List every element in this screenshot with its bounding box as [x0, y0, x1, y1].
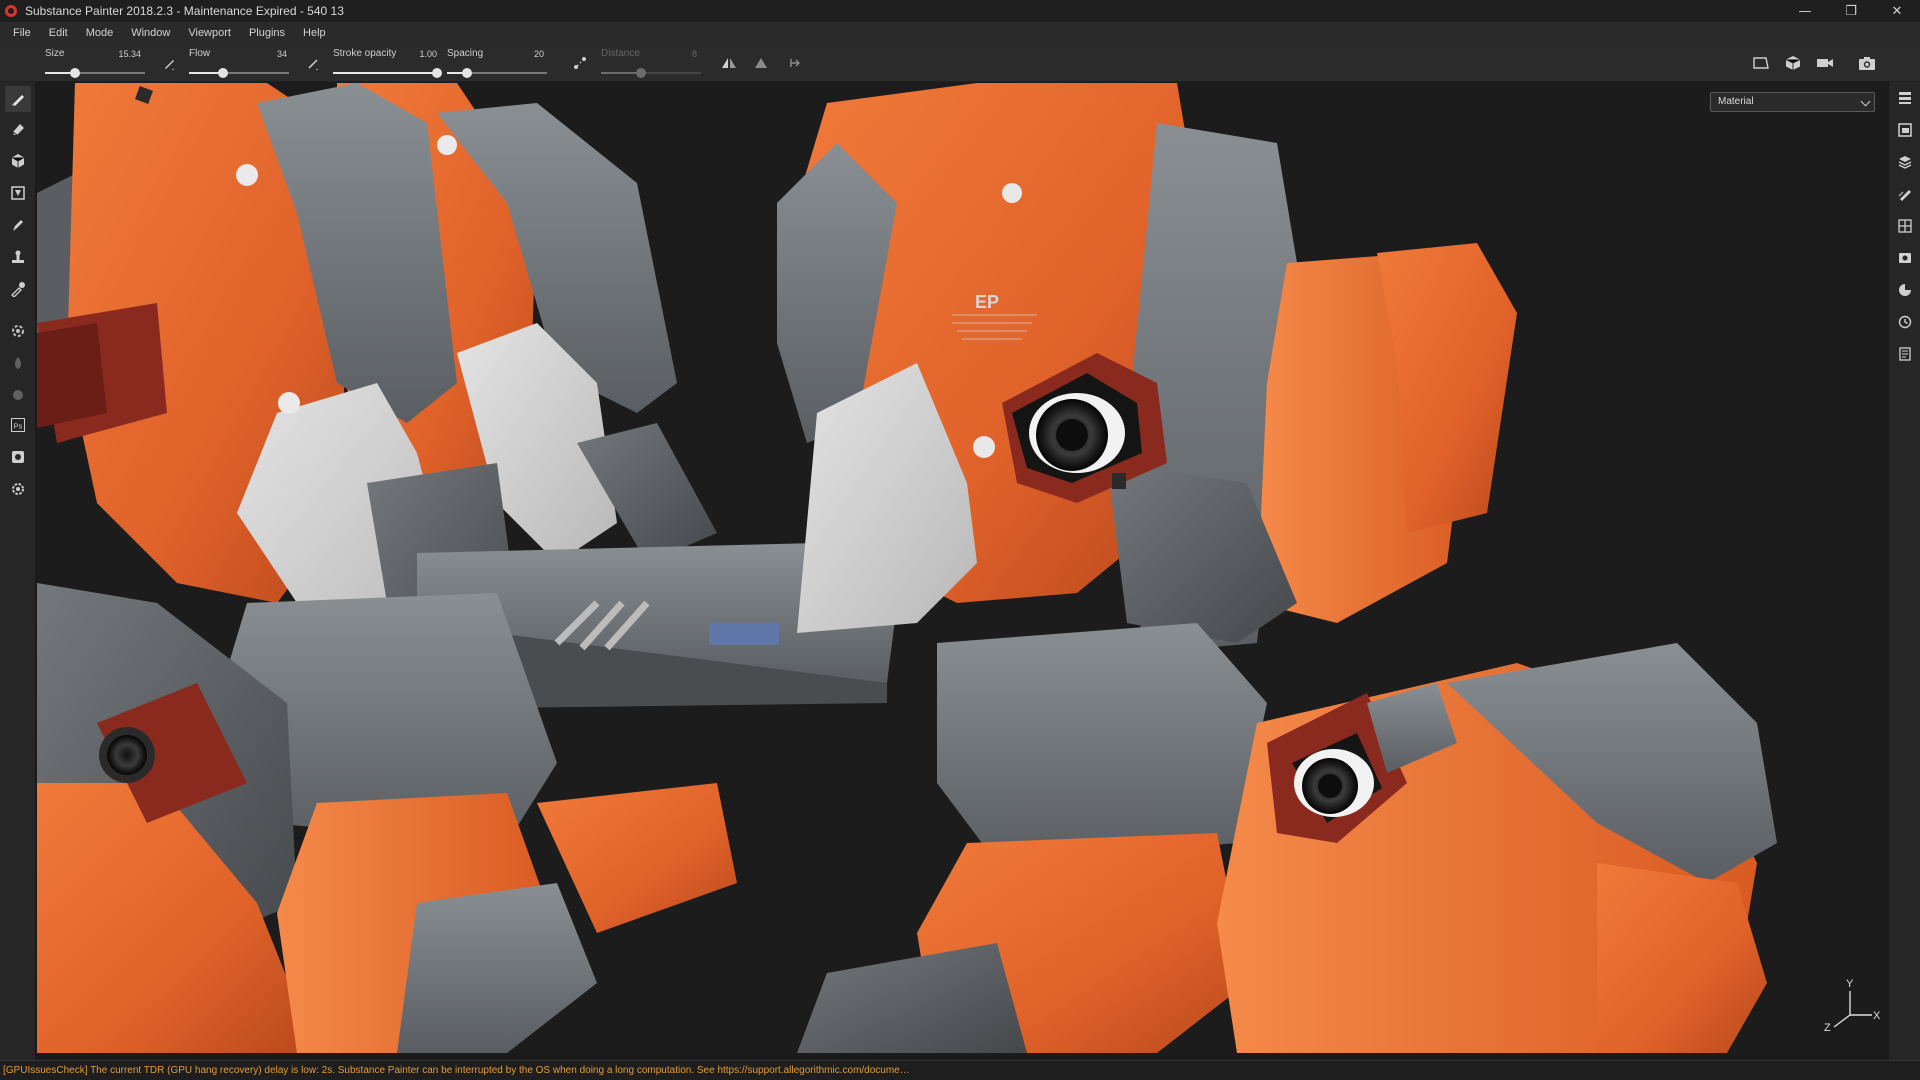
flow-slider-handle[interactable] — [218, 68, 228, 78]
flow-label: Flow — [189, 48, 211, 59]
distance-slider-handle — [636, 68, 646, 78]
menu-viewport[interactable]: Viewport — [179, 22, 240, 44]
robot-model-render: EP — [37, 83, 1777, 1053]
size-value[interactable]: 15.34 — [105, 49, 141, 59]
texture-set-icon[interactable] — [1893, 118, 1917, 142]
pen-pressure-flow-icon[interactable] — [302, 52, 324, 74]
settings-icon[interactable] — [5, 476, 31, 502]
stroke-opacity-label: Stroke opacity — [333, 48, 397, 59]
properties-icon[interactable] — [1893, 182, 1917, 206]
channel-select-value: Material — [1718, 96, 1754, 107]
flow-value[interactable]: 34 — [255, 49, 287, 59]
projection-icon[interactable] — [5, 148, 31, 174]
spacing-value[interactable]: 20 — [512, 49, 544, 59]
photoshop-icon[interactable]: Ps — [5, 412, 31, 438]
distance-slider — [601, 68, 701, 78]
lazy-mouse-icon[interactable] — [569, 52, 591, 74]
screenshot-camera-icon[interactable] — [1856, 52, 1878, 74]
size-slider-handle[interactable] — [70, 68, 80, 78]
material-icon — [5, 382, 31, 408]
svg-text:Ps: Ps — [14, 422, 23, 431]
distance-label: Distance — [601, 48, 640, 59]
color-picker-icon[interactable] — [5, 276, 31, 302]
3d-viewport[interactable]: EP Material Y X Z — [37, 83, 1888, 1053]
stroke-opacity-slider-handle[interactable] — [432, 68, 442, 78]
menu-window[interactable]: Window — [122, 22, 179, 44]
uv-icon[interactable] — [1893, 214, 1917, 238]
svg-text:EP: EP — [975, 292, 999, 312]
view-3d-cube-icon[interactable] — [1782, 52, 1804, 74]
symmetry-settings-icon[interactable] — [784, 52, 806, 74]
bake-icon[interactable] — [5, 318, 31, 344]
shelf-icon[interactable] — [1893, 278, 1917, 302]
log-icon[interactable] — [1893, 342, 1917, 366]
export-icon[interactable] — [5, 444, 31, 470]
chevron-down-icon — [1860, 96, 1871, 107]
history-icon[interactable] — [1893, 310, 1917, 334]
axis-gizmo: Y X Z — [1824, 978, 1880, 1033]
stroke-opacity-slider[interactable] — [333, 68, 442, 78]
brush-icon[interactable] — [5, 86, 31, 112]
distance-value: 8 — [691, 49, 697, 59]
smudge-icon[interactable] — [5, 212, 31, 238]
left-tool-strip: Ps — [0, 82, 36, 1060]
status-bar-message[interactable]: [GPUIssuesCheck] The current TDR (GPU ha… — [0, 1060, 1920, 1080]
layers-panel-icon[interactable] — [1893, 86, 1917, 110]
menu-edit[interactable]: Edit — [40, 22, 77, 44]
mirror-symmetry-icon[interactable] — [750, 52, 772, 74]
view-2d-icon[interactable] — [1750, 52, 1772, 74]
flow-slider[interactable] — [189, 68, 289, 78]
axis-x-label: X — [1873, 1010, 1880, 1022]
menu-help[interactable]: Help — [294, 22, 335, 44]
window-title: Substance Painter 2018.2.3 - Maintenance… — [25, 4, 344, 18]
close-button[interactable]: ✕ — [1874, 0, 1920, 22]
gpu-icon — [5, 350, 31, 376]
stroke-opacity-value[interactable]: 1.00 — [405, 49, 437, 59]
menu-file[interactable]: File — [4, 22, 40, 44]
menu-bar: File Edit Mode Window Viewport Plugins H… — [0, 22, 1920, 44]
spacing-label: Spacing — [447, 48, 484, 59]
window-controls: — ❐ ✕ — [1782, 0, 1920, 22]
polygon-fill-icon[interactable] — [5, 180, 31, 206]
viewport-channel-select[interactable]: Material — [1710, 92, 1875, 112]
stack-icon[interactable] — [1893, 150, 1917, 174]
axis-y-label: Y — [1846, 978, 1854, 990]
minimize-button[interactable]: — — [1782, 0, 1828, 22]
eraser-icon[interactable] — [5, 116, 31, 142]
spacing-slider-handle[interactable] — [462, 68, 472, 78]
symmetry-icon[interactable] — [718, 52, 740, 74]
menu-plugins[interactable]: Plugins — [240, 22, 294, 44]
size-label: Size — [45, 48, 65, 59]
camera-video-icon[interactable] — [1814, 52, 1836, 74]
pen-pressure-size-icon[interactable] — [158, 52, 180, 74]
restore-button[interactable]: ❐ — [1828, 0, 1874, 22]
display-settings-icon[interactable] — [1893, 246, 1917, 270]
clone-icon[interactable] — [5, 244, 31, 270]
right-dock-strip — [1888, 82, 1920, 1060]
title-bar: Substance Painter 2018.2.3 - Maintenance… — [0, 0, 1920, 22]
spacing-slider[interactable] — [447, 68, 547, 78]
size-slider[interactable] — [45, 68, 145, 78]
substance-logo-icon — [5, 5, 17, 17]
axis-z-label: Z — [1824, 1022, 1831, 1033]
tool-properties-bar: Size 15.34 Flow 34 Stroke opacity 1.00 S… — [0, 44, 1920, 82]
menu-mode[interactable]: Mode — [77, 22, 123, 44]
